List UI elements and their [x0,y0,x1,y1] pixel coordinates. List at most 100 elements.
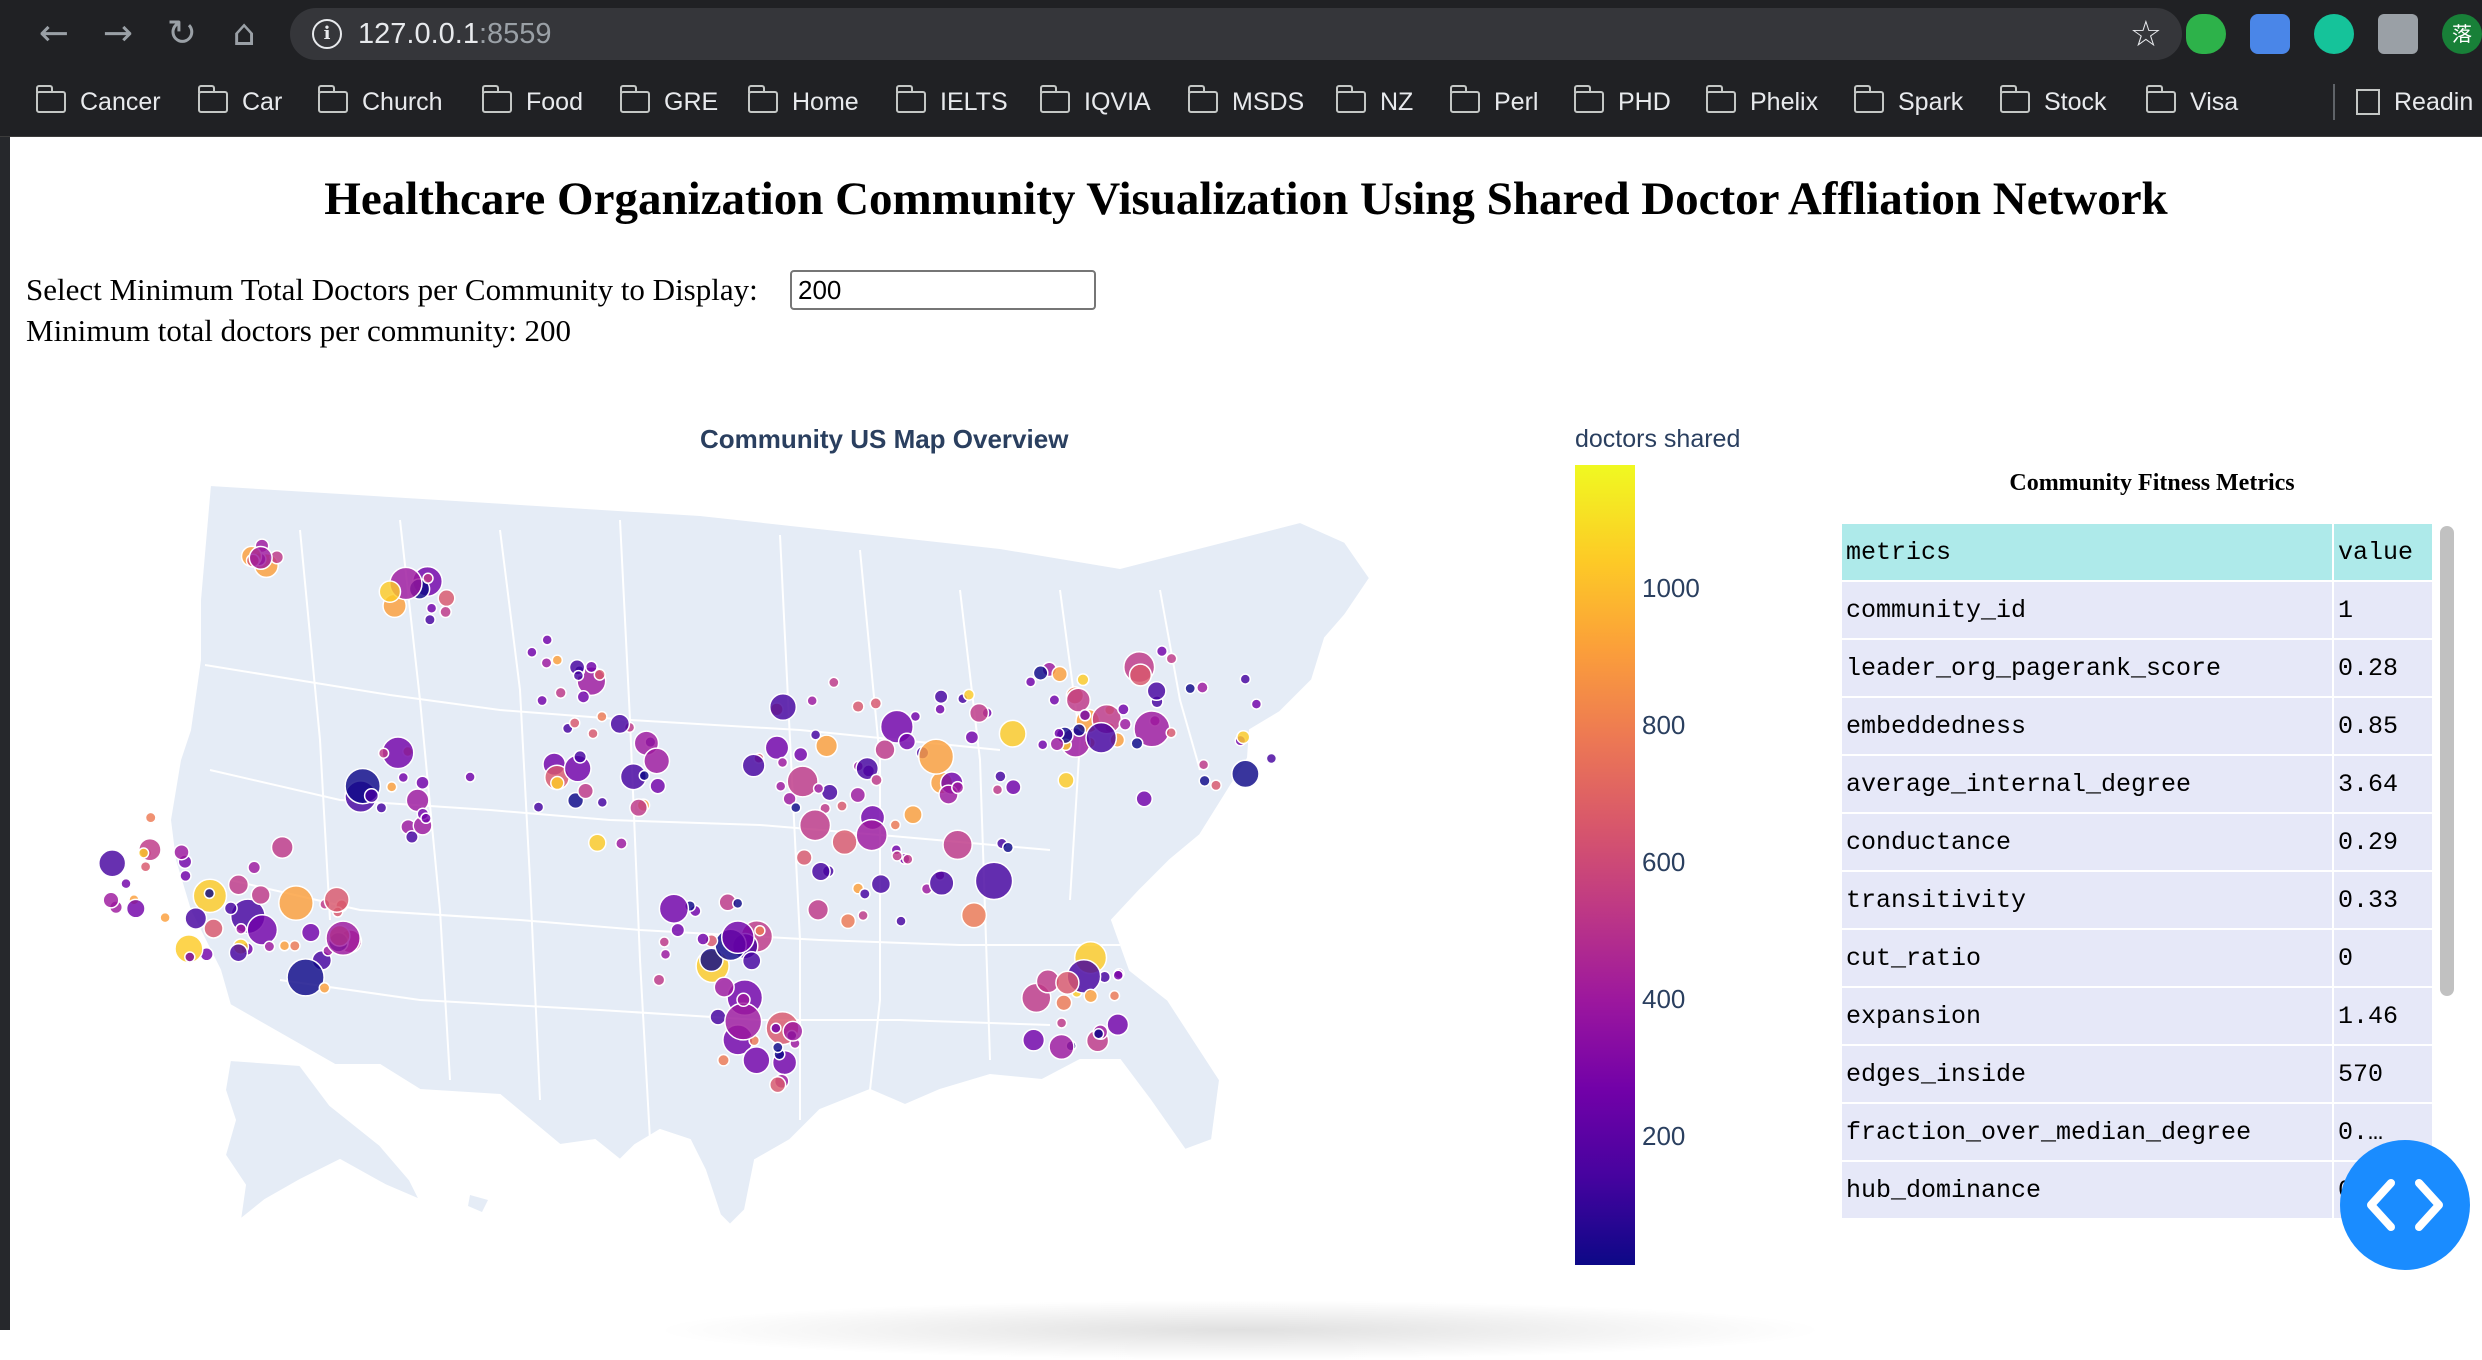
community-bubble[interactable] [363,788,380,804]
community-bubble[interactable] [857,909,869,922]
community-bubble[interactable] [742,1046,771,1075]
community-bubble[interactable] [1085,721,1118,754]
community-bubble[interactable] [974,861,1014,901]
community-bubble[interactable] [1001,841,1015,854]
community-bubble[interactable] [741,753,766,778]
community-bubble[interactable] [1118,717,1132,731]
community-bubble[interactable] [1239,673,1252,685]
community-bubble[interactable] [439,605,452,619]
bookmark-folder-home[interactable]: Home [747,82,859,122]
community-bubble[interactable] [858,887,871,900]
community-bubble[interactable] [1146,680,1167,702]
code-toggle-button[interactable] [2340,1140,2470,1270]
community-bubble[interactable] [125,898,146,919]
bookmark-folder-phelix[interactable]: Phelix [1705,82,1818,122]
community-bubble[interactable] [397,771,410,784]
community-bubble[interactable] [300,922,321,943]
community-bubble[interactable] [1032,665,1049,681]
community-bubble[interactable] [768,692,798,722]
profile-avatar[interactable]: 落 [2442,14,2482,54]
community-bubble[interactable] [1072,722,1087,738]
community-bubble[interactable] [203,918,224,939]
community-bubble[interactable] [375,801,388,814]
bookmark-folder-iqvia[interactable]: IQVIA [1039,82,1151,122]
community-bubble[interactable] [1078,709,1092,722]
community-bubble[interactable] [658,893,690,924]
community-bubble[interactable] [1117,702,1130,716]
community-bubble[interactable] [670,922,686,938]
community-bubble[interactable] [1022,1028,1046,1052]
community-bubble[interactable] [934,703,946,716]
community-bubble[interactable] [1065,687,1091,713]
community-bubble[interactable] [1135,790,1153,808]
community-bubble[interactable] [869,697,883,710]
community-bubble[interactable] [1184,682,1197,695]
community-bubble[interactable] [1196,681,1209,694]
community-bubble[interactable] [770,1022,782,1034]
community-bubble[interactable] [917,738,955,775]
community-bubble[interactable] [415,775,430,790]
community-bubble[interactable] [248,545,273,571]
community-bubble[interactable] [827,676,840,689]
community-bubble[interactable] [325,920,361,957]
community-bubble[interactable] [137,847,150,859]
community-bubble[interactable] [812,782,825,795]
community-bubble[interactable] [577,782,595,800]
community-bubble[interactable] [179,869,192,883]
community-bubble[interactable] [576,690,591,704]
community-bubble[interactable] [638,769,651,782]
community-bubble[interactable] [836,800,848,812]
community-bubble[interactable] [839,912,857,930]
community-bubble[interactable] [587,833,607,853]
community-bubble[interactable] [278,940,291,952]
community-bubble[interactable] [159,911,171,924]
url-text[interactable]: 127.0.0.1:8559 [358,18,552,51]
community-bubble[interactable] [709,1008,727,1026]
community-bubble[interactable] [1036,739,1049,751]
community-bubble[interactable] [629,798,649,818]
bookmark-folder-food[interactable]: Food [481,82,583,122]
site-info-icon[interactable]: i [312,19,342,49]
community-bubble[interactable] [1055,1017,1068,1029]
community-bubble[interactable] [1130,736,1144,750]
bookmark-folder-perl[interactable]: Perl [1449,82,1538,122]
grammarly-icon[interactable] [2314,14,2354,54]
community-bubble[interactable] [120,877,132,890]
community-bubble[interactable] [942,829,973,861]
community-bubble[interactable] [584,660,598,674]
community-bubble[interactable] [928,870,955,897]
community-bubble[interactable] [173,843,190,861]
community-bubble[interactable] [870,873,892,895]
community-bubble[interactable] [736,992,751,1008]
community-bubble[interactable] [573,749,588,764]
community-bubble[interactable] [754,924,766,937]
community-bubble[interactable] [1155,645,1168,658]
community-bubble[interactable] [769,1076,787,1094]
bookmark-folder-gre[interactable]: GRE [619,82,718,122]
community-bubble[interactable] [643,747,671,775]
forward-arrow-icon[interactable]: → [96,12,140,56]
community-bubble[interactable] [615,837,628,850]
community-bubble[interactable] [720,920,755,955]
community-bubble[interactable] [1210,779,1222,792]
community-bubble[interactable] [541,634,553,646]
community-bubble[interactable] [903,804,923,825]
community-bubble[interactable] [1128,663,1153,687]
bookmark-folder-ielts[interactable]: IELTS [895,82,1008,122]
community-bubble[interactable] [1055,994,1073,1012]
community-bubble[interactable] [377,747,390,759]
community-bubble[interactable] [609,713,631,735]
community-bubble[interactable] [554,686,567,699]
community-bubble[interactable] [810,861,831,882]
community-bubble[interactable] [250,884,271,906]
community-bubble[interactable] [286,958,325,997]
community-bubble[interactable] [798,809,832,842]
community-bubble[interactable] [1083,988,1099,1004]
community-bubble[interactable] [1165,652,1178,665]
community-bubble[interactable] [1049,736,1065,752]
community-bubble[interactable] [895,915,907,927]
community-bubble[interactable] [318,982,331,994]
community-bubble[interactable] [227,874,250,896]
community-bubble[interactable] [968,702,990,724]
community-bubble[interactable] [902,853,914,865]
